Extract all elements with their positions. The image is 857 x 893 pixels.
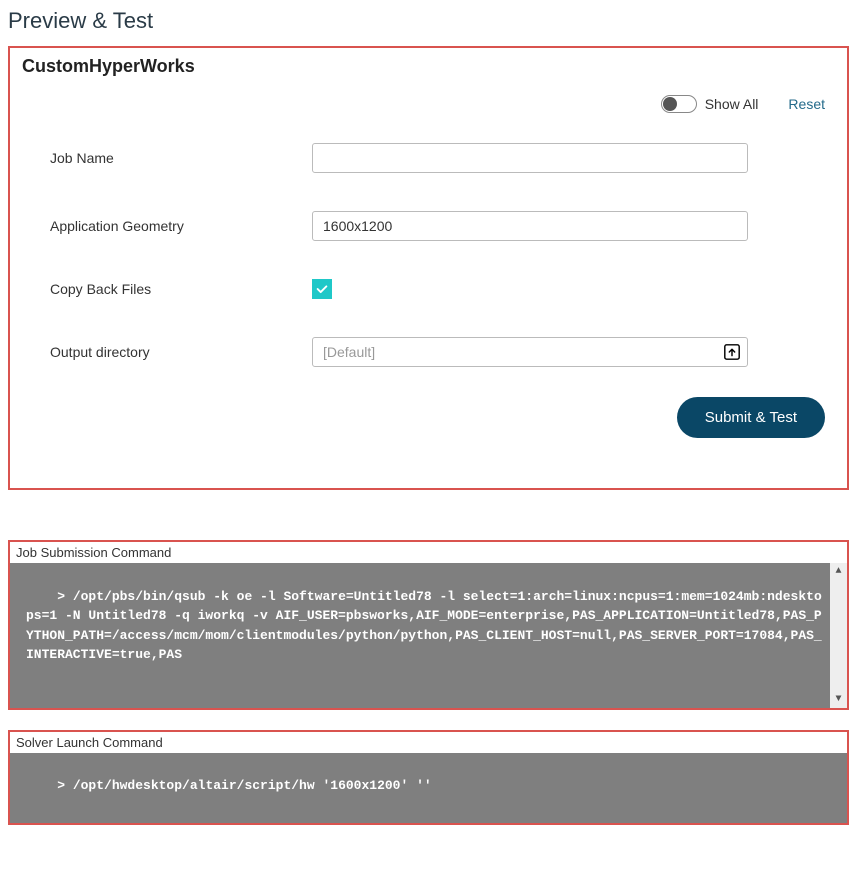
upload-icon[interactable] [723,343,741,361]
checkbox-copy-back[interactable] [312,279,332,299]
row-app-geometry: Application Geometry [22,211,835,241]
solver-launch-body: > /opt/hwdesktop/altair/script/hw '1600x… [10,753,847,823]
submit-row: Submit & Test [22,397,835,438]
label-copy-back: Copy Back Files [50,281,312,297]
top-controls: Show All Reset [22,95,835,113]
solver-launch-panel: Solver Launch Command > /opt/hwdesktop/a… [8,730,849,825]
page-title: Preview & Test [8,8,849,34]
form-title: CustomHyperWorks [22,56,835,77]
job-submission-panel: Job Submission Command > /opt/pbs/bin/qs… [8,540,849,710]
show-all-label: Show All [705,96,759,112]
label-output-dir: Output directory [50,344,312,360]
scrollbar[interactable]: ▲ ▼ [830,563,847,708]
reset-link[interactable]: Reset [788,96,825,112]
scroll-up-icon[interactable]: ▲ [830,563,847,580]
solver-launch-command: > /opt/hwdesktop/altair/script/hw '1600x… [57,778,431,793]
input-job-name[interactable] [312,143,748,173]
row-output-dir: Output directory [Default] [22,337,835,367]
label-job-name: Job Name [50,150,312,166]
show-all-toggle[interactable] [661,95,697,113]
job-submission-command: > /opt/pbs/bin/qsub -k oe -l Software=Un… [26,589,822,663]
solver-launch-title: Solver Launch Command [10,732,847,753]
row-copy-back: Copy Back Files [22,279,835,299]
scroll-down-icon[interactable]: ▼ [830,691,847,708]
label-app-geometry: Application Geometry [50,218,312,234]
checkmark-icon [315,282,329,296]
toggle-knob [663,97,677,111]
input-output-dir[interactable]: [Default] [312,337,748,367]
show-all-toggle-wrap: Show All [661,95,759,113]
input-app-geometry[interactable] [312,211,748,241]
row-job-name: Job Name [22,143,835,173]
submit-test-button[interactable]: Submit & Test [677,397,825,438]
job-submission-title: Job Submission Command [10,542,847,563]
output-dir-placeholder: [Default] [323,344,375,360]
form-panel: CustomHyperWorks Show All Reset Job Name… [8,46,849,490]
job-submission-body: > /opt/pbs/bin/qsub -k oe -l Software=Un… [10,563,847,708]
